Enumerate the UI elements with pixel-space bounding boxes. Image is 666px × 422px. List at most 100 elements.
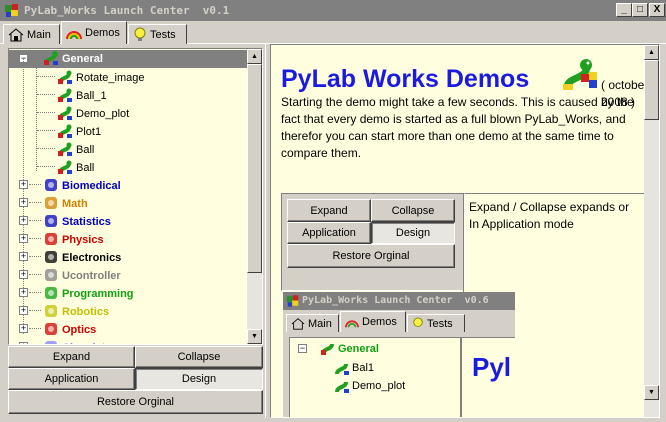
expand-toggle[interactable]: + [19,216,28,225]
tree-line [37,94,55,95]
nested-tree-item: Bal1 [352,362,375,374]
rainbow-icon [66,30,82,39]
tree-item-label[interactable]: Ball_1 [76,89,107,103]
application-button[interactable]: Application [8,368,135,390]
tree-line [29,274,41,275]
tab-tests[interactable]: Tests [128,24,187,44]
expand-toggle[interactable]: + [19,288,28,297]
expand-toggle[interactable]: + [19,180,28,189]
nested-tab-tests: Tests [407,314,465,332]
snake-icon [58,160,72,174]
tab-tests-label: Tests [150,28,176,41]
snake-icon [58,124,72,138]
tree-line [37,130,55,131]
tree-category-label[interactable]: Chemist [62,341,105,344]
snake-icon [58,88,72,102]
snake-icon [45,287,57,299]
scroll-thumb[interactable] [247,64,262,273]
note-text: Expand / Collapse expands or In Applicat… [469,199,629,233]
flask-icon [45,341,57,344]
tree-category-label[interactable]: Optics [62,323,96,337]
scroll-down-button[interactable]: ▼ [644,385,659,400]
tab-demos-label: Demos [85,27,120,39]
scroll-down-button[interactable]: ▼ [247,329,262,344]
nested-title: PyLab_Works Launch Center v0.6 [302,295,489,306]
atom-icon [45,233,57,245]
tree-line [29,220,41,221]
collapse-button[interactable]: Collapse [135,346,263,368]
expand-toggle[interactable]: + [19,198,28,207]
maximize-button[interactable]: □ [632,3,648,17]
note-line: In Application mode [469,217,574,231]
snake-icon [58,142,72,156]
tree-category-label[interactable]: Math [62,197,88,211]
tree-line [29,184,41,185]
preview-expand-button[interactable]: Expand [287,199,371,222]
snake-icon [44,51,58,65]
close-button[interactable]: X [649,3,665,17]
tree-line [29,256,41,257]
design-button[interactable]: Design [135,368,263,390]
description-panel: PyLab Works Demos ( october 2008 ) Start… [270,44,660,418]
tree-item-label[interactable]: Plot1 [76,125,101,139]
scroll-thumb[interactable] [644,60,659,120]
tree-category-label[interactable]: Ucontroller [62,269,121,283]
nested-root-label: General [338,343,379,355]
tree-line [29,292,41,293]
nested-app-icon [286,295,299,307]
tree-category-label[interactable]: Programming [62,287,134,301]
demo-tree[interactable]: − General Rotate_image Ball_1 Demo_plot Plo… [8,48,263,345]
tree-line [29,328,41,329]
tree-root-label[interactable]: General [62,52,103,66]
nested-tab-label: Main [308,317,332,330]
nested-tree: − General Bal1 Demo_plot [289,337,461,417]
app-icon [5,4,18,17]
description-text: ( october 2008 ) Starting the demo might… [281,78,648,162]
tree-item-label[interactable]: Demo_plot [76,107,129,121]
tree-category-label[interactable]: Biomedical [62,179,121,193]
splitter[interactable] [265,44,269,418]
note-line: Expand / Collapse expands or [469,200,630,214]
optics-icon [45,323,57,335]
tree-item-label[interactable]: Ball [76,143,94,157]
scroll-up-button[interactable]: ▲ [247,49,262,64]
nested-preview: Pyl [461,337,515,417]
nested-tab-main: Main [286,314,339,332]
expand-toggle[interactable]: + [19,306,28,315]
preview-application-button[interactable]: Application [287,222,371,244]
nested-preview-title: Pyl [472,352,512,382]
expand-toggle[interactable]: + [19,324,28,333]
minimize-button[interactable]: _ [616,3,632,17]
nested-tree-item: Demo_plot [352,380,406,392]
sqrt-icon [45,197,57,209]
tree-line [37,112,55,113]
tree-category-label[interactable]: Physics [62,233,104,247]
expand-toggle[interactable]: + [19,234,28,243]
snake-icon [335,381,349,393]
expand-toggle[interactable]: + [19,270,28,279]
tree-item-label[interactable]: Ball [76,161,94,175]
nested-tab-label: Demos [362,316,397,328]
tree-category-label[interactable]: Statistics [62,215,111,229]
preview-collapse-button[interactable]: Collapse [371,199,455,222]
expand-toggle[interactable]: + [19,342,28,344]
tree-line [37,166,55,167]
restore-original-button[interactable]: Restore Orginal [8,390,263,414]
scroll-up-button[interactable]: ▲ [644,45,659,60]
bulb-icon [413,317,423,327]
tree-line [29,310,41,311]
tree-item-label[interactable]: Rotate_image [76,71,145,85]
preview-restore-button[interactable]: Restore Orginal [287,244,455,268]
nested-tab-demos: Demos [340,311,406,332]
tab-main[interactable]: Main [3,24,60,44]
snake-icon [58,70,72,84]
jal-icon [45,269,57,281]
tree-category-label[interactable]: Electronics [62,251,121,265]
divider [463,193,464,293]
tab-demos[interactable]: Demos [61,21,127,44]
tree-category-label[interactable]: Robotics [62,305,109,319]
window-title: PyLab_Works Launch Center v0.1 [24,4,230,17]
expand-button[interactable]: Expand [8,346,135,368]
expand-toggle[interactable]: + [19,252,28,261]
preview-design-button[interactable]: Design [371,222,455,244]
